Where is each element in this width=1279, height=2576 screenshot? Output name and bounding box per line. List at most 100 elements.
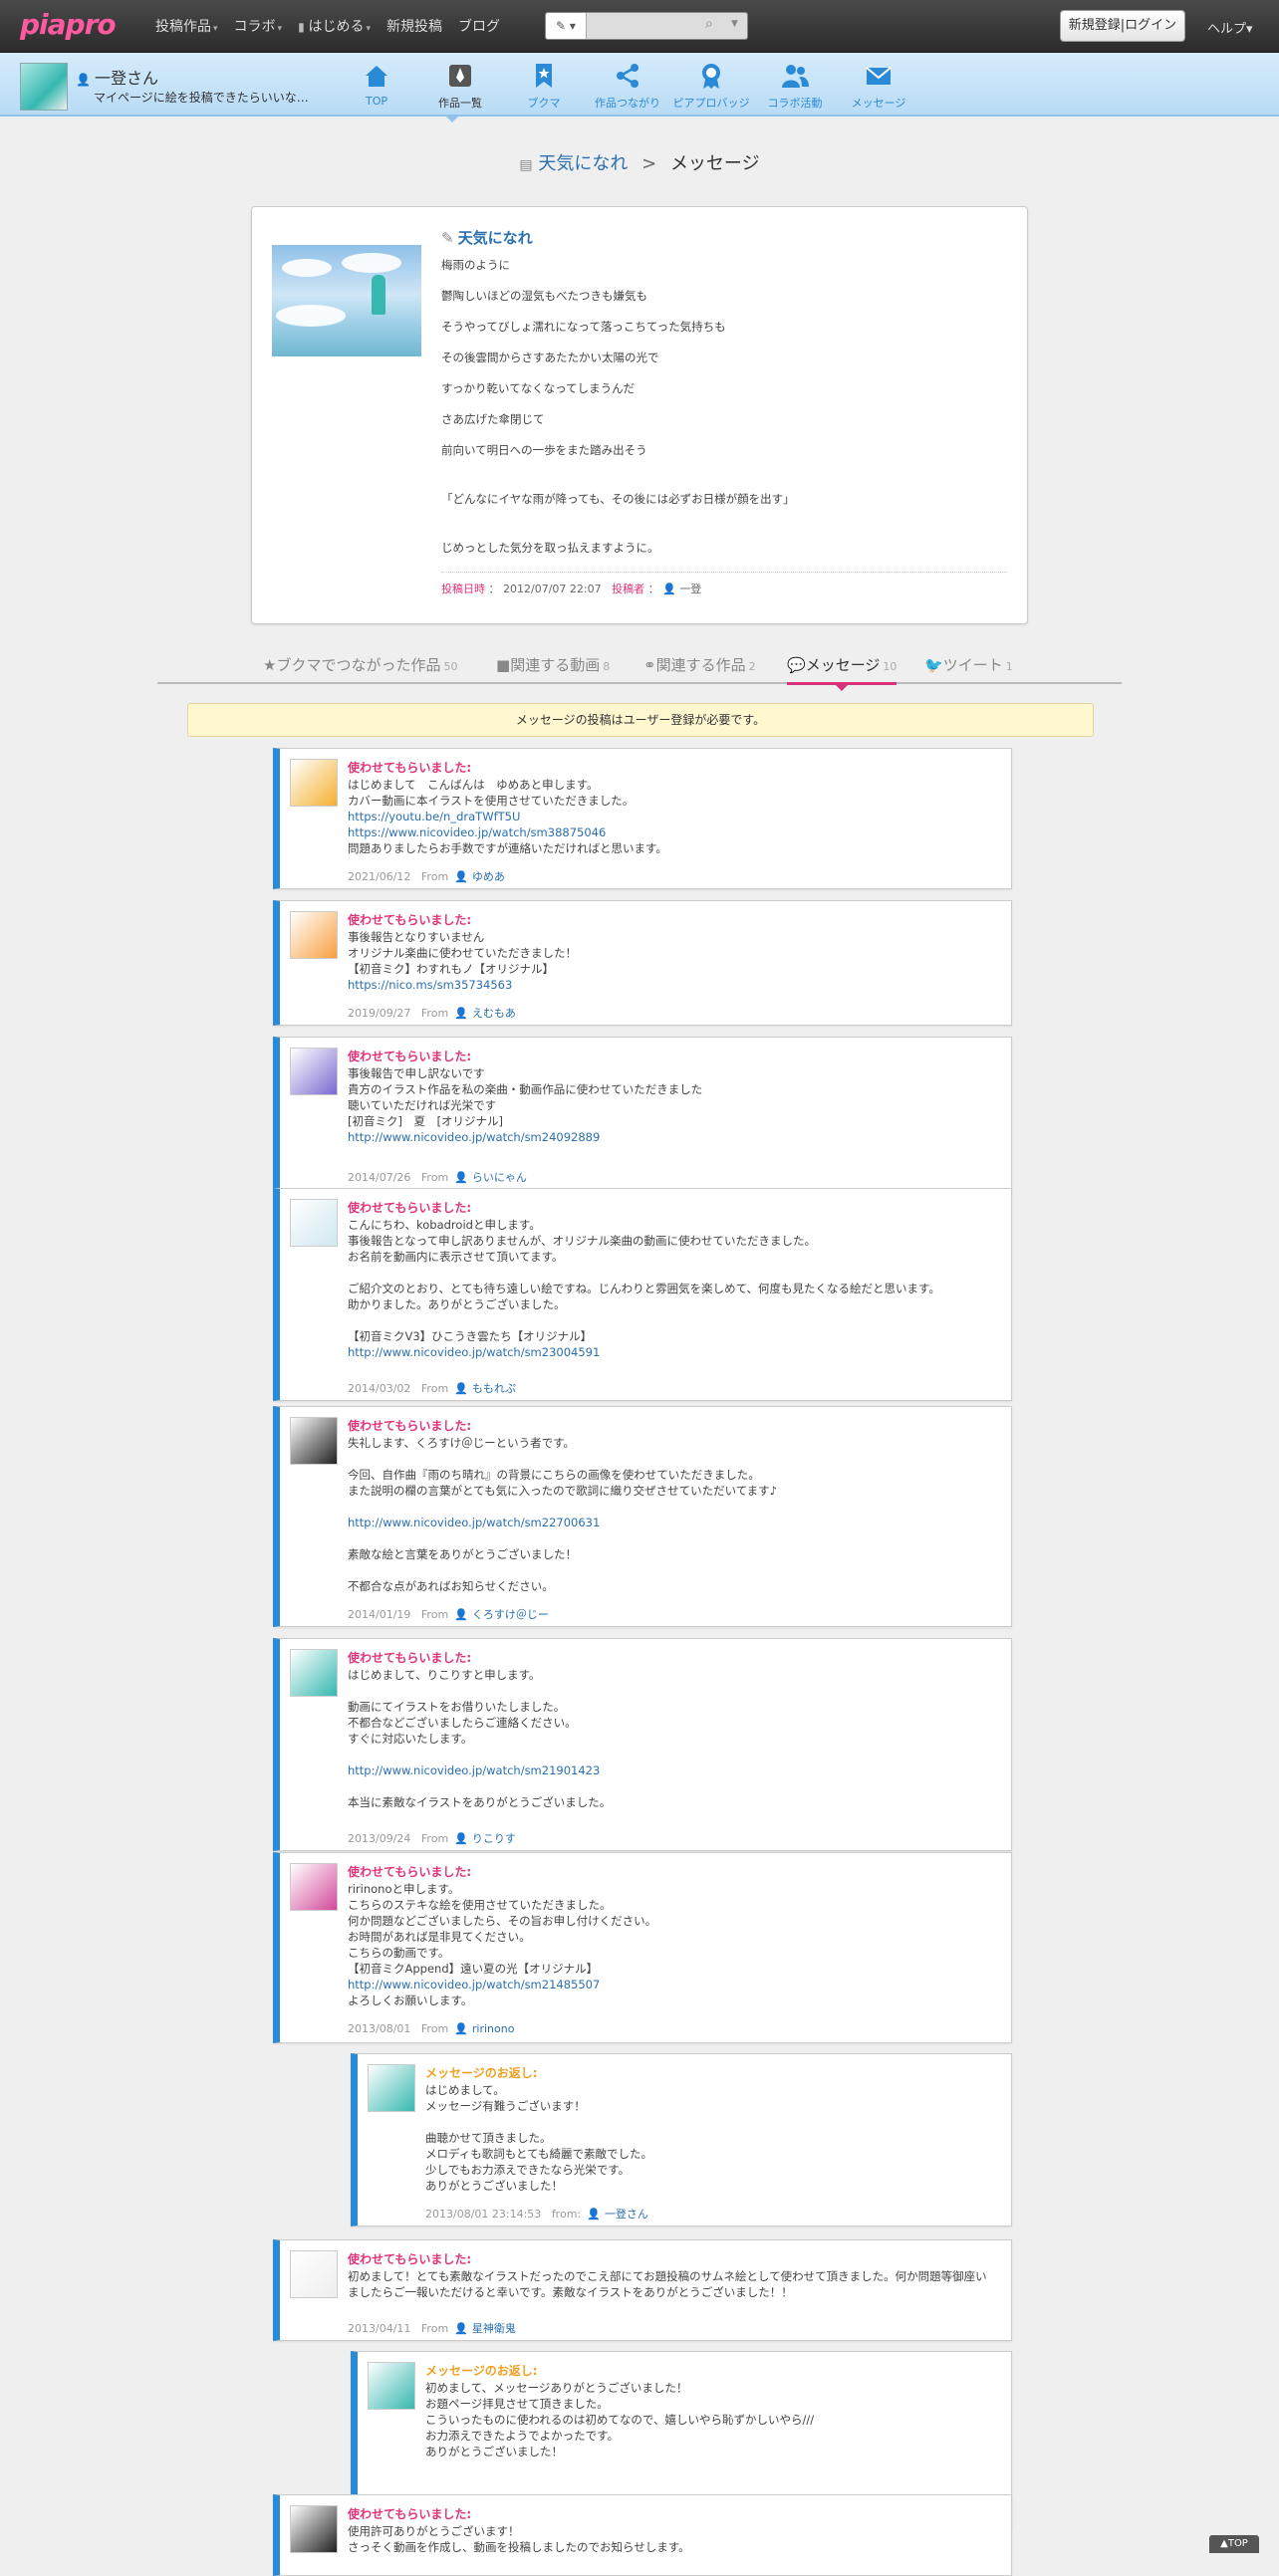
message-link[interactable]: https://nico.ms/sm35734563: [348, 978, 512, 992]
message-link[interactable]: http://www.nicovideo.jp/watch/sm22700631: [348, 1516, 600, 1529]
search-icon[interactable]: ⌕: [705, 16, 713, 32]
author-name[interactable]: 一登: [679, 583, 701, 595]
message-author[interactable]: ririnono: [472, 2022, 515, 2035]
search-type-select[interactable]: ✎ ▾: [546, 13, 587, 39]
from-label: From: [420, 1608, 449, 1621]
login-button[interactable]: 新規登録|ログイン: [1060, 10, 1185, 42]
user-tabs: TOP 作品一覧 ブクマ 作品つながり ピアプロバッジ コラボ活動 メッセージ: [335, 61, 920, 111]
avatar[interactable]: [368, 2064, 415, 2112]
speech-bubble-icon: 💬: [787, 656, 806, 674]
message-body: こんにちわ、kobadroidと申します。 事後報告となって申し訳ありませんが、…: [348, 1217, 995, 1360]
work-description: 梅雨のように 鬱陶しいほどの湿気もべたつきも嫌気も そうやってびしょ濡れになって…: [441, 257, 999, 571]
nav-collab[interactable]: コラボ ▾: [234, 16, 283, 36]
message-author[interactable]: ももれぷ: [472, 1382, 516, 1395]
message-date: 2014/01/19: [348, 1608, 411, 1621]
nav-start[interactable]: ▮ はじめる ▾: [298, 16, 371, 36]
back-to-top-button[interactable]: ▲TOP: [1209, 2535, 1259, 2553]
tab-related-videos[interactable]: ■関連する動画 8: [496, 654, 610, 675]
from-label: From: [420, 870, 449, 883]
description-line: [441, 522, 999, 540]
tab-top[interactable]: TOP: [335, 61, 418, 111]
help-menu[interactable]: ヘルプ▾: [1207, 18, 1253, 37]
message-author[interactable]: くろすけ＠じー: [472, 1608, 549, 1621]
message-title: 使わせてもらいました:: [348, 2252, 472, 2266]
avatar[interactable]: [368, 2362, 415, 2410]
posted-date: 2012/07/07 22:07: [503, 583, 602, 595]
message-body: 初めまして、メッセージありがとうございました！ お題ページ拝見させて頂きました。…: [425, 2380, 1073, 2459]
avatar[interactable]: [290, 1048, 338, 1095]
message-text-after: 問題ありましたらお手数ですが連絡いただければと思います。: [348, 841, 667, 855]
message-item: 使わせてもらいました: 使用許可ありがとうございます！ さっそく動画を作成し、動画…: [273, 2494, 1012, 2576]
pen-icon: [449, 65, 471, 87]
piapro-logo[interactable]: piapro: [20, 8, 117, 41]
user-icon: 👤: [587, 2208, 601, 2221]
search-box[interactable]: ✎ ▾ ⌕ ▼: [545, 12, 748, 40]
author-label: 投稿者: [612, 583, 645, 595]
message-link[interactable]: https://youtu.be/n_draTWfT5U: [348, 810, 520, 823]
tab-messages-active[interactable]: 💬メッセージ 10: [787, 654, 897, 691]
avatar[interactable]: [20, 63, 68, 111]
message-date: 2013/08/01 23:14:53: [425, 2208, 542, 2221]
description-line: [441, 473, 999, 491]
avatar[interactable]: [290, 1199, 338, 1247]
avatar[interactable]: [290, 2505, 338, 2553]
tab-connections[interactable]: 作品つながり: [586, 61, 669, 111]
user-icon: 👤: [454, 2322, 468, 2335]
message-link[interactable]: http://www.nicovideo.jp/watch/sm21901423: [348, 1763, 600, 1777]
message-text: はじめまして。 メッセージ有難うございます！ 曲聴かせて頂きました。 メロディも…: [425, 2083, 653, 2193]
breadcrumb-work-link[interactable]: 天気になれ: [538, 153, 628, 174]
message-footer: 2014/01/19 From 👤 くろすけ＠じー: [348, 1606, 549, 1622]
document-icon: ▤: [519, 157, 533, 173]
user-name[interactable]: 👤 一登さん: [76, 65, 158, 89]
tab-bookmark-works[interactable]: ★ブクマでつながった作品 50: [263, 654, 457, 675]
tab-messages[interactable]: メッセージ: [837, 61, 920, 111]
chevron-down-icon[interactable]: ▼: [731, 19, 738, 29]
avatar[interactable]: [290, 1863, 338, 1911]
tab-related-works[interactable]: ⚭関連する作品 2: [643, 654, 756, 675]
tab-bookmarks[interactable]: ブクマ: [502, 61, 586, 111]
nav-blog[interactable]: ブログ: [458, 16, 500, 36]
bookmark-icon: [536, 64, 552, 88]
avatar[interactable]: [290, 1649, 338, 1697]
description-line: そうやってびしょ濡れになって落っこちてった気持ちも: [441, 320, 726, 334]
description-line: じめっとした気分を取っ払えますように。: [441, 541, 659, 555]
tab-tweets[interactable]: 🐦ツイート 1: [924, 654, 1013, 675]
work-thumbnail[interactable]: [272, 245, 421, 356]
message-item: 使わせてもらいました: はじめまして こんばんは ゆめあと申します。 カバー動画に…: [273, 748, 1012, 889]
avatar[interactable]: [290, 2250, 338, 2298]
message-author[interactable]: 星神衛鬼: [472, 2322, 516, 2335]
message-link[interactable]: http://www.nicovideo.jp/watch/sm24092889: [348, 1130, 600, 1144]
message-text: 使用許可ありがとうございます！ さっそく動画を作成し、動画を投稿しましたのでお知…: [348, 2524, 690, 2554]
user-icon: 👤: [454, 870, 468, 883]
message-item: 使わせてもらいました: ririnonoと申します。 こちらのステキな絵を使用させ…: [273, 1852, 1012, 2043]
message-text-after: 素敵な絵と言葉をありがとうございました！ 不都合な点があればお知らせください。: [348, 1547, 577, 1593]
from-label: From: [420, 1007, 449, 1020]
message-title: 使わせてもらいました:: [348, 761, 472, 775]
avatar[interactable]: [290, 759, 338, 807]
pencil-icon: ✎: [441, 229, 454, 247]
message-author[interactable]: 一登さん: [605, 2208, 648, 2221]
cloud: [342, 253, 401, 273]
from-label: From: [420, 2322, 449, 2335]
avatar[interactable]: [290, 911, 338, 959]
message-author[interactable]: ゆめあ: [472, 870, 505, 883]
message-author[interactable]: えむもあ: [472, 1007, 516, 1020]
message-link[interactable]: http://www.nicovideo.jp/watch/sm21485507: [348, 1978, 600, 1991]
from-label: From: [420, 2022, 449, 2035]
cloud: [276, 305, 346, 327]
message-author[interactable]: りこりす: [472, 1832, 516, 1845]
nav-works[interactable]: 投稿作品 ▾: [155, 16, 218, 36]
work-title[interactable]: ✎ 天気になれ: [441, 227, 533, 248]
message-link[interactable]: http://www.nicovideo.jp/watch/sm23004591: [348, 1345, 600, 1359]
tab-collab[interactable]: コラボ活動: [753, 61, 837, 111]
message-title: 使わせてもらいました:: [348, 1651, 472, 1665]
message-title: メッセージのお返し:: [425, 2364, 538, 2378]
nav-new-post[interactable]: 新規投稿: [386, 16, 442, 36]
message-author[interactable]: らいにゃん: [472, 1171, 527, 1184]
tab-badges[interactable]: ピアプロバッジ: [669, 61, 753, 111]
tab-works[interactable]: 作品一覧: [418, 61, 502, 111]
avatar[interactable]: [290, 1417, 338, 1465]
content-tabs: ★ブクマでつながった作品 50 ■関連する動画 8 ⚭関連する作品 2 💬メッセージ 1…: [157, 654, 1122, 691]
message-body: ririnonoと申します。 こちらのステキな絵を使用させていただきました。 何…: [348, 1881, 995, 2008]
message-link[interactable]: https://www.nicovideo.jp/watch/sm3887504…: [348, 825, 606, 839]
